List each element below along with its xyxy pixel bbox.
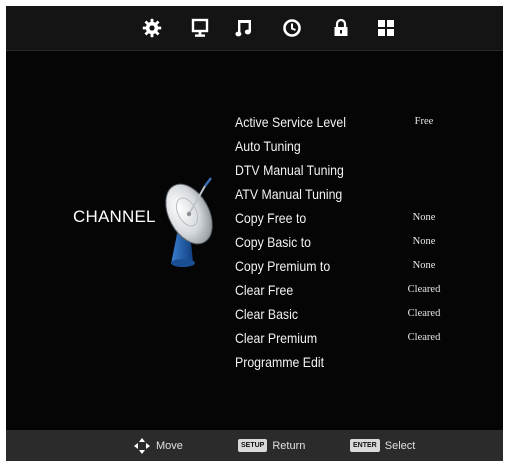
return-hint-label: Return	[272, 439, 306, 452]
menu-item-label: DTV Manual Tuning	[235, 162, 344, 178]
menu-item-value: None	[412, 236, 436, 247]
menu-item-label: Clear Premium	[235, 330, 318, 346]
menu-item-value: None	[412, 212, 436, 223]
menu-item-label: Copy Basic to	[235, 234, 312, 250]
clock-icon[interactable]	[281, 16, 303, 40]
menu-item-label: Copy Free to	[235, 210, 307, 226]
menu-item-clear-free[interactable]: Clear Free Cleared	[235, 282, 495, 304]
select-hint: ENTER Select	[350, 430, 415, 461]
move-hint-label: Move	[156, 439, 183, 452]
menu-item-label: ATV Manual Tuning	[235, 186, 343, 202]
menu-item-active-service-level[interactable]: Active Service Level Free	[235, 114, 495, 136]
setup-key-icon: SETUP	[238, 439, 268, 452]
select-hint-label: Select	[384, 439, 416, 452]
menu-item-clear-premium[interactable]: Clear Premium Cleared	[235, 330, 495, 352]
menu-item-value: None	[412, 260, 436, 271]
section-title: CHANNEL	[73, 207, 156, 226]
satellite-dish-icon	[159, 172, 223, 272]
return-hint: SETUP Return	[238, 430, 305, 461]
hint-bar: Move SETUP Return ENTER Select	[6, 430, 503, 461]
menu-item-label: Auto Tuning	[235, 138, 301, 154]
move-hint: Move	[134, 430, 183, 461]
menu-item-label: Copy Premium to	[235, 258, 331, 274]
menu-item-dtv-manual-tuning[interactable]: DTV Manual Tuning	[235, 162, 495, 184]
menu-item-clear-basic[interactable]: Clear Basic Cleared	[235, 306, 495, 328]
menu-item-label: Clear Basic	[235, 306, 299, 322]
grid-icon[interactable]	[375, 16, 397, 40]
menu-item-atv-manual-tuning[interactable]: ATV Manual Tuning	[235, 186, 495, 208]
lock-icon[interactable]	[330, 16, 352, 40]
top-menu-bar	[6, 6, 503, 51]
menu-item-label: Programme Edit	[235, 354, 325, 370]
gear-icon[interactable]	[141, 16, 163, 40]
enter-key-icon: ENTER	[350, 439, 380, 452]
tv-screen: CHANNEL Active Service Level Free Auto T…	[6, 6, 503, 461]
menu-item-auto-tuning[interactable]: Auto Tuning	[235, 138, 495, 160]
menu-item-copy-premium-to[interactable]: Copy Premium to None	[235, 258, 495, 280]
music-note-icon[interactable]	[233, 16, 255, 40]
menu-item-programme-edit[interactable]: Programme Edit	[235, 354, 495, 376]
menu-item-copy-free-to[interactable]: Copy Free to None	[235, 210, 495, 232]
menu-item-value: Free	[414, 116, 434, 127]
menu-item-value: Cleared	[407, 284, 441, 295]
menu-item-value: Cleared	[407, 308, 441, 319]
menu-item-copy-basic-to[interactable]: Copy Basic to None	[235, 234, 495, 256]
move-arrows-icon	[134, 437, 150, 454]
menu-item-label: Clear Free	[235, 282, 294, 298]
menu-item-label: Active Service Level	[235, 114, 346, 130]
menu-item-value: Cleared	[407, 332, 441, 343]
monitor-icon[interactable]	[189, 16, 211, 40]
